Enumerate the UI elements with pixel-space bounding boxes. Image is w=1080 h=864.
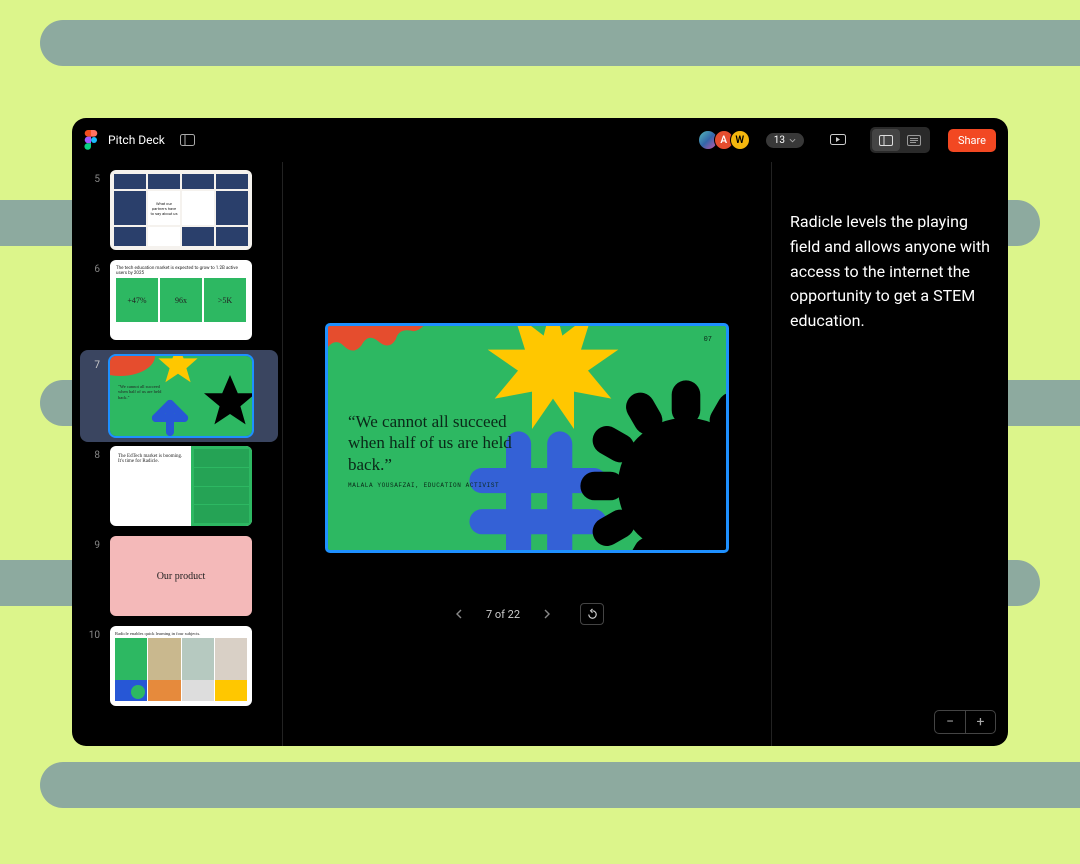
zoom-in-button[interactable]: + [965,711,995,733]
count-label: 13 [774,135,785,146]
thumbnail-row[interactable]: 10 Radicle enables quick learning in fou… [86,626,272,706]
blob-shape-icon [325,323,438,386]
slide-thumbnail[interactable]: "We cannot all succeed when half of us a… [110,356,252,436]
slide-number: 6 [86,260,100,275]
avatar[interactable]: W [730,130,750,150]
sidebar-toggle-icon[interactable] [175,127,201,153]
present-button[interactable] [824,128,852,152]
slide-number: 8 [86,446,100,461]
slide-thumbnails-panel[interactable]: 5 What our partners have to say about us… [72,162,282,746]
app-window: Pitch Deck A W 13 Share [72,118,1008,746]
share-button[interactable]: Share [948,129,996,152]
pager-label: 7 of 22 [486,608,520,621]
slide-thumbnail[interactable]: Our product [110,536,252,616]
view-mode-toggle [870,127,930,153]
speaker-notes-text[interactable]: Radicle levels the playing field and all… [790,210,990,334]
collaborator-avatars[interactable]: A W [702,130,750,150]
gear-shape-icon [576,376,729,553]
zoom-control: − + [934,710,996,734]
speaker-notes-panel[interactable]: Radicle levels the playing field and all… [772,162,1008,746]
slide-canvas: 07 [282,162,772,746]
thumbnail-row[interactable]: 5 What our partners have to say about us [86,170,272,250]
restart-button[interactable] [580,603,604,625]
slide-thumbnail[interactable]: The EdTech market is booming. It's time … [110,446,252,526]
next-slide-button[interactable] [538,605,556,623]
slide-number: 7 [86,356,100,371]
slide-number-label: 07 [704,336,712,344]
thumbnail-row[interactable]: 6 The tech education market is expected … [86,260,272,340]
document-title[interactable]: Pitch Deck [108,133,165,147]
slide-number: 5 [86,170,100,185]
thumbnail-row[interactable]: 8 The EdTech market is booming. It's tim… [86,446,272,526]
notes-view-button[interactable] [900,129,928,151]
panel-view-button[interactable] [872,129,900,151]
thumbnail-row[interactable]: 9 Our product [86,536,272,616]
slide-pager: 7 of 22 [450,603,604,625]
slide-thumbnail[interactable]: The tech education market is expected to… [110,260,252,340]
zoom-out-button[interactable]: − [935,711,965,733]
slide-attribution: MALALA YOUSAFZAI, EDUCATION ACTIVIST [348,482,499,489]
slide-quote: “We cannot all succeed when half of us a… [348,411,528,475]
prev-slide-button[interactable] [450,605,468,623]
thumbnail-row[interactable]: 7 "We cannot all succeed when half of us… [80,350,278,442]
slide-thumbnail[interactable]: Radicle enables quick learning in four s… [110,626,252,706]
bg-decoration [40,762,1080,808]
current-slide[interactable]: 07 [325,323,729,553]
toolbar: Pitch Deck A W 13 Share [72,118,1008,162]
chevron-down-icon [789,138,796,143]
main-body: 5 What our partners have to say about us… [72,162,1008,746]
slide-thumbnail[interactable]: What our partners have to say about us [110,170,252,250]
collaborator-count[interactable]: 13 [766,133,804,148]
slide-number: 9 [86,536,100,551]
bg-decoration [40,20,1080,66]
figma-logo-icon[interactable] [84,130,98,150]
slide-number: 10 [86,626,100,641]
